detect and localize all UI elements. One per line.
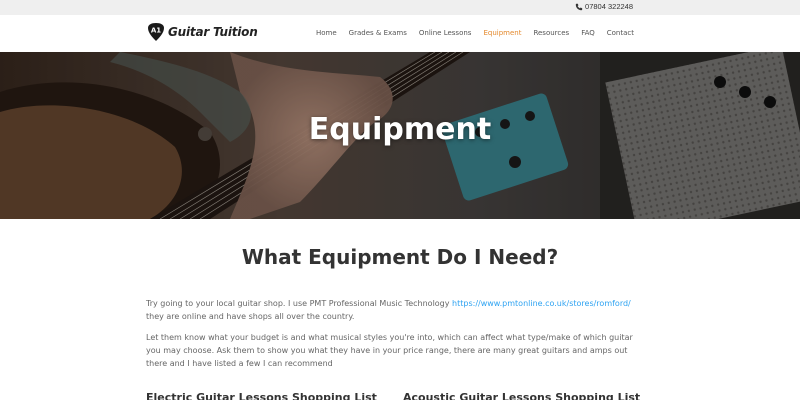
nav-faq[interactable]: FAQ bbox=[581, 29, 595, 37]
phone-icon bbox=[575, 3, 583, 10]
phone-contact[interactable]: 07804 322248 bbox=[575, 2, 633, 11]
site-logo[interactable]: A1 Guitar Tuition bbox=[147, 22, 258, 42]
intro-paragraph: Try going to your local guitar shop. I u… bbox=[146, 297, 646, 323]
nav-resources[interactable]: Resources bbox=[533, 29, 569, 37]
nav-grades-exams[interactable]: Grades & Exams bbox=[349, 29, 407, 37]
logo-text: Guitar Tuition bbox=[168, 25, 258, 39]
page-title: Equipment bbox=[308, 112, 492, 147]
budget-paragraph: Let them know what your budget is and wh… bbox=[146, 333, 633, 368]
acoustic-shopping-list-heading: Acoustic Guitar Lessons Shopping List bbox=[403, 391, 641, 400]
nav-online-lessons[interactable]: Online Lessons bbox=[419, 29, 472, 37]
section-heading: What Equipment Do I Need? bbox=[241, 245, 559, 269]
hero-banner: Equipment bbox=[0, 52, 800, 219]
logo-mark: A1 bbox=[151, 27, 161, 35]
intro-text-after: they are online and have shops all over … bbox=[146, 312, 355, 321]
electric-shopping-list-heading: Electric Guitar Lessons Shopping List bbox=[146, 391, 377, 400]
nav-home[interactable]: Home bbox=[316, 29, 337, 37]
phone-number[interactable]: 07804 322248 bbox=[585, 2, 633, 11]
nav-equipment[interactable]: Equipment bbox=[483, 29, 521, 37]
top-bar: 07804 322248 bbox=[0, 0, 800, 15]
nav-contact[interactable]: Contact bbox=[607, 29, 634, 37]
intro-text-before: Try going to your local guitar shop. I u… bbox=[146, 299, 453, 308]
main-nav: Home Grades & Exams Online Lessons Equip… bbox=[304, 29, 634, 37]
guitar-pick-logo-icon: A1 bbox=[148, 23, 164, 41]
pmt-store-link[interactable]: https://www.pmtonline.co.uk/stores/romfo… bbox=[452, 299, 631, 308]
site-header: A1 Guitar Tuition Home Grades & Exams On… bbox=[0, 15, 800, 52]
